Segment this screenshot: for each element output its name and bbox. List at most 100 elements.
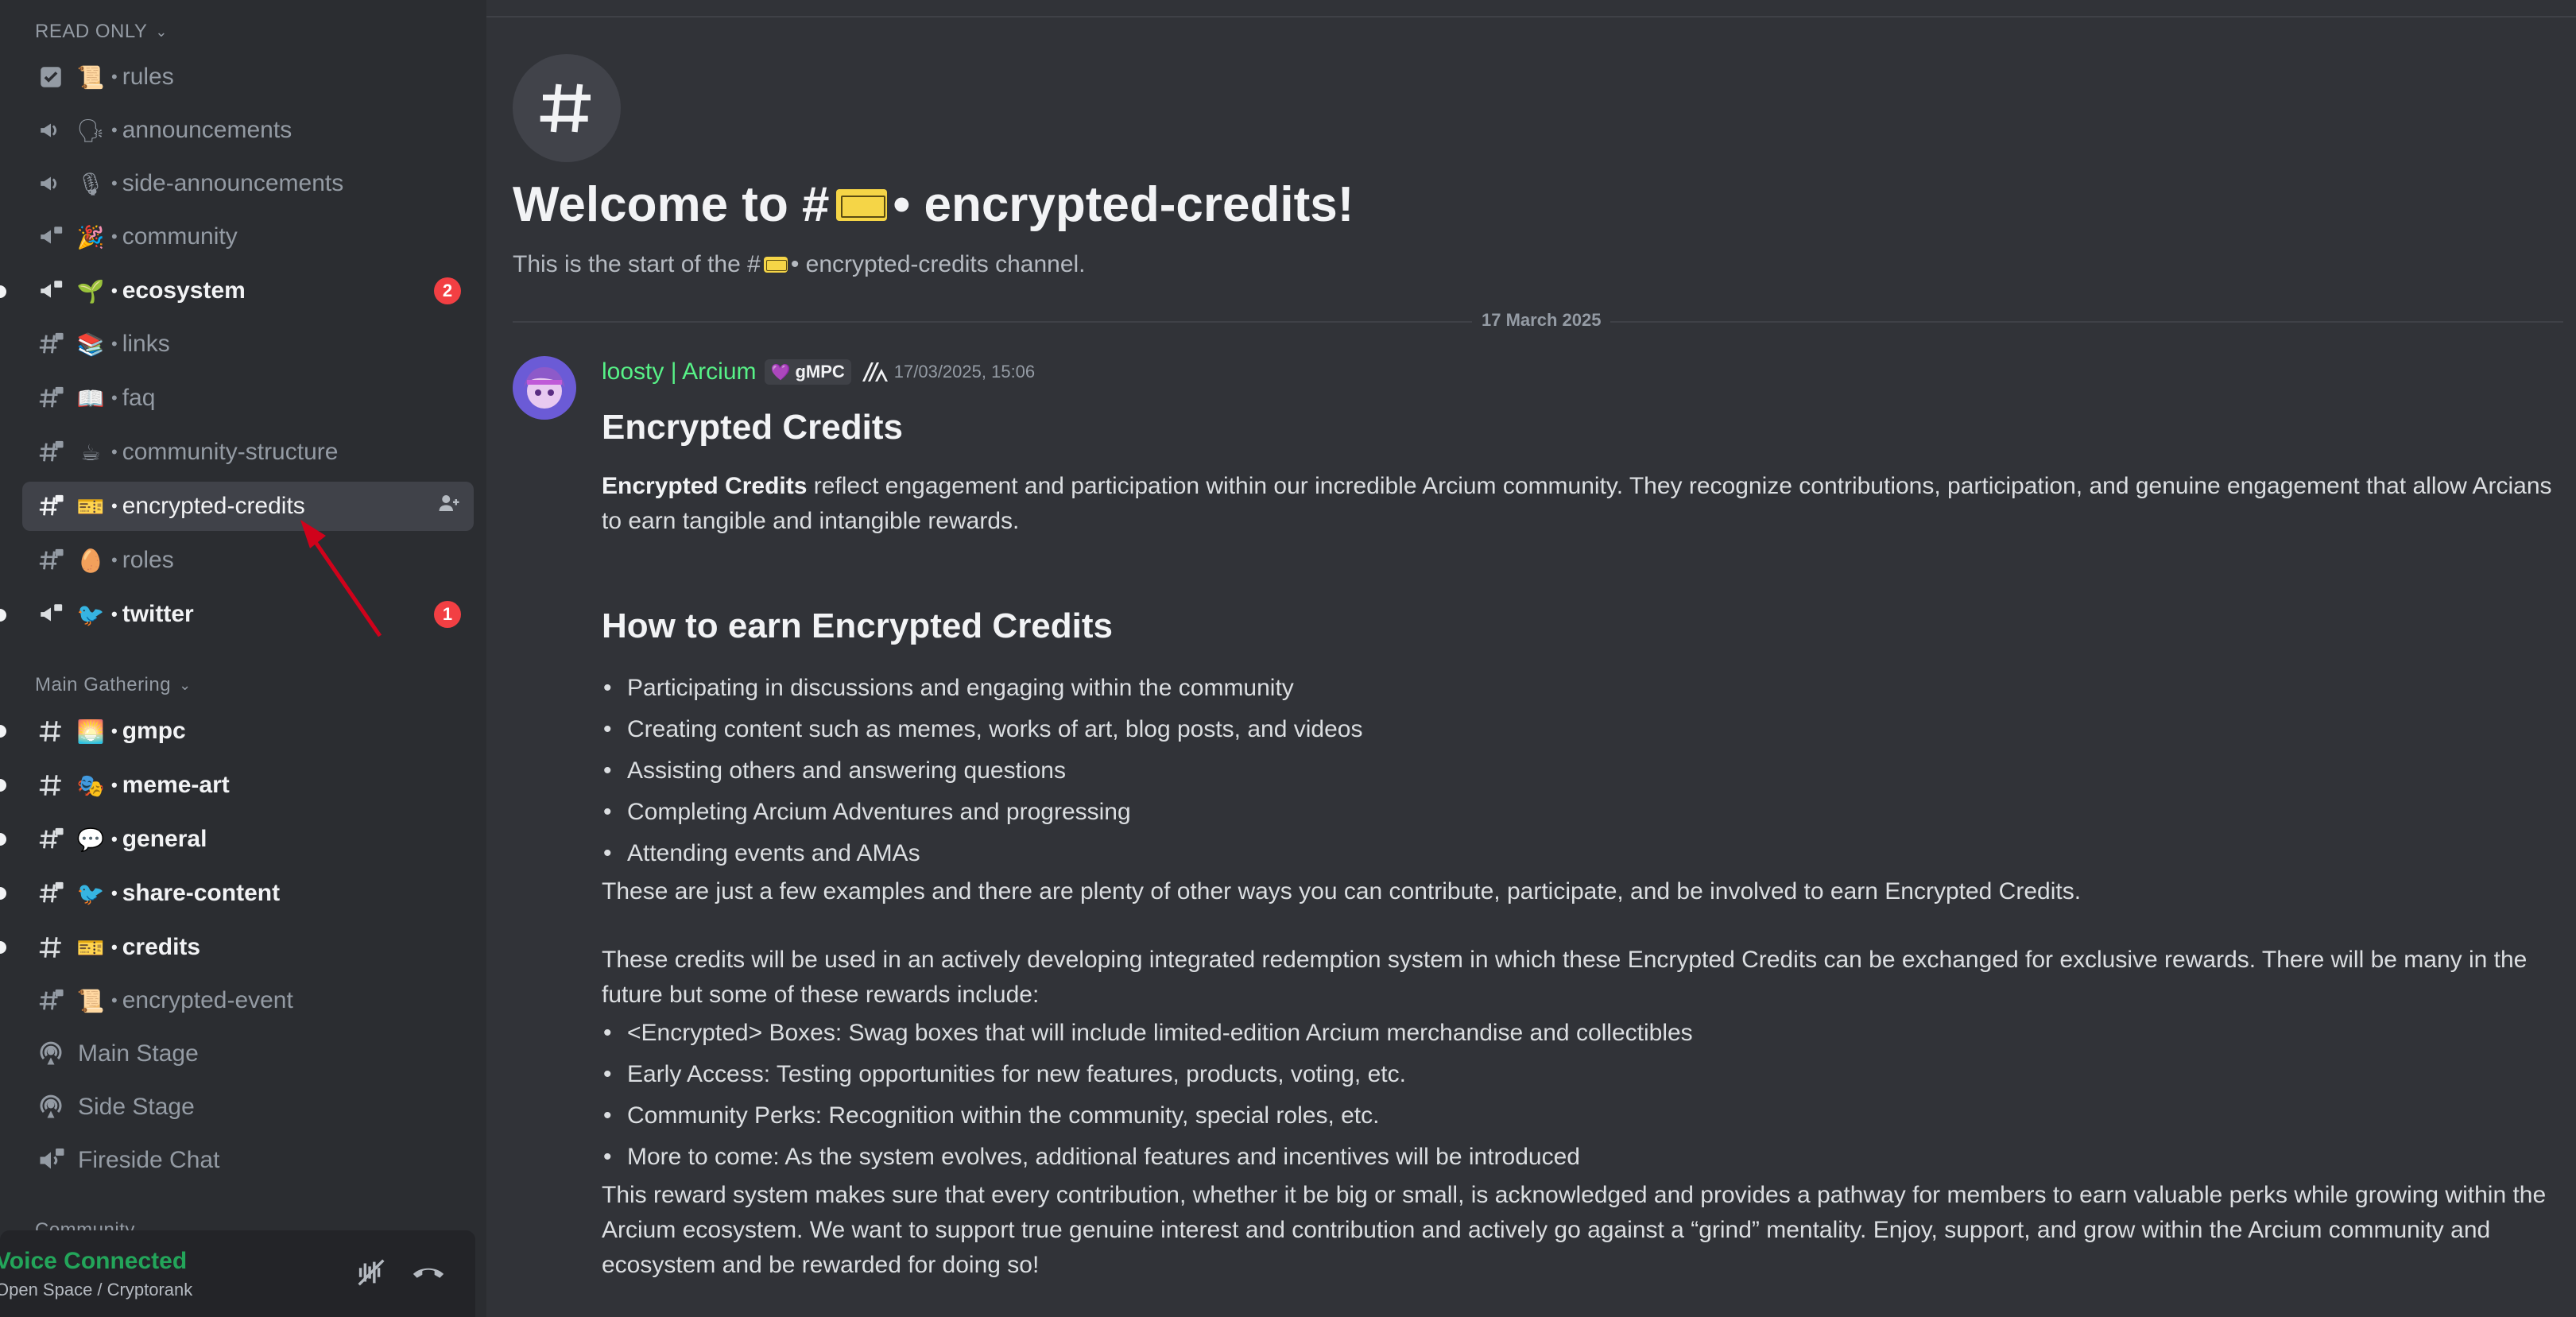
- welcome-prefix: Welcome to #: [513, 177, 830, 232]
- add-member-icon[interactable]: [437, 491, 461, 521]
- stage-side-stage[interactable]: Side Stage: [22, 1083, 474, 1132]
- hash-icon: [33, 768, 68, 803]
- channel-encrypted-event[interactable]: 📜 • encrypted-event: [22, 976, 474, 1025]
- channel-community[interactable]: 🎉 • community: [22, 212, 474, 261]
- start-prefix: This is the start of the #: [513, 251, 761, 277]
- channel-emoji: 🌅: [76, 719, 105, 744]
- channel-emoji: 🎫: [76, 494, 105, 519]
- arcium-logo-icon: [862, 362, 888, 382]
- hash-lock-icon: [33, 327, 68, 362]
- megaphone-lock-icon: [33, 597, 68, 632]
- channel-name: twitter: [122, 601, 194, 627]
- channel-name: credits: [122, 934, 201, 960]
- list-item: More to come: As the system evolves, add…: [602, 1137, 2557, 1178]
- channel-emoji: 📖: [76, 385, 105, 411]
- channel-emoji: 📚: [76, 331, 105, 357]
- channel-name: rules: [122, 64, 174, 90]
- channel-emoji: 🗣: [76, 118, 105, 143]
- channel-credits[interactable]: 🎫 • credits: [22, 923, 474, 972]
- list-item: Community Perks: Recognition within the …: [602, 1095, 2557, 1137]
- channel-name: encrypted-credits: [122, 493, 305, 519]
- unread-indicator: [0, 833, 6, 846]
- channel-general[interactable]: 💬 • general: [22, 815, 474, 864]
- channel-announcements[interactable]: 🗣 • announcements: [22, 106, 474, 155]
- channel-faq[interactable]: 📖 • faq: [22, 374, 474, 423]
- ticket-icon: [835, 188, 887, 221]
- unread-indicator: [0, 779, 6, 792]
- channel-gmpc[interactable]: 🌅 • gmpc: [22, 707, 474, 756]
- category-label: Main Gathering: [35, 674, 172, 695]
- channel-links[interactable]: 📚 • links: [22, 320, 474, 369]
- message-author[interactable]: loosty | Arcium: [602, 358, 757, 385]
- channel-meme-art[interactable]: 🎭 • meme-art: [22, 761, 474, 810]
- stage-main-stage[interactable]: Main Stage: [22, 1029, 474, 1079]
- stage-icon: [33, 1036, 68, 1071]
- category-main-gathering[interactable]: Main Gathering ⌄: [35, 669, 192, 701]
- channel-name: gmpc: [122, 718, 186, 744]
- channel-rules[interactable]: 📜 • rules: [22, 52, 474, 102]
- hash-lock-icon: [33, 983, 68, 1018]
- mention-badge: 2: [434, 277, 461, 304]
- start-suffix: • encrypted-credits channel.: [790, 251, 1086, 277]
- channel-name: encrypted-event: [122, 987, 293, 1013]
- stage-name: Main Stage: [78, 1040, 199, 1067]
- channel-name: meme-art: [122, 772, 230, 798]
- avatar[interactable]: [513, 356, 576, 420]
- unread-indicator: [0, 285, 6, 298]
- channel-encrypted-credits[interactable]: 🎫 • encrypted-credits: [22, 482, 474, 531]
- channel-name: ecosystem: [122, 277, 246, 304]
- voice-channel-path[interactable]: Open Space / Cryptorank: [0, 1280, 192, 1300]
- heading-how-to-earn: How to earn Encrypted Credits: [602, 606, 1114, 645]
- hash-icon: [33, 930, 68, 965]
- unread-indicator: [0, 725, 6, 738]
- channel-roles[interactable]: 🥚 • roles: [22, 536, 474, 585]
- channel-emoji: 🥚: [76, 548, 105, 573]
- closing-paragraph: This reward system makes sure that every…: [602, 1182, 2547, 1278]
- channel-twitter[interactable]: 🐦 • twitter 1: [22, 590, 474, 639]
- noise-suppression-icon[interactable]: [353, 1254, 389, 1291]
- list-item: Creating content such as memes, works of…: [602, 709, 2557, 750]
- voice-fireside-chat[interactable]: Fireside Chat: [22, 1136, 474, 1185]
- channel-emoji: 🐦: [76, 602, 105, 627]
- heading-encrypted-credits: Encrypted Credits: [602, 408, 903, 447]
- message-header: loosty | Arcium 💜 gMPC 17/03/2025, 15:06: [602, 356, 1035, 388]
- earn-list: Participating in discussions and engagin…: [602, 668, 2557, 874]
- hash-lock-icon: [33, 543, 68, 578]
- channel-name: faq: [122, 385, 156, 411]
- disconnect-call-icon[interactable]: [409, 1254, 448, 1291]
- redemption-paragraph: These credits will be used in an activel…: [602, 947, 2528, 1008]
- intro-paragraph: Encrypted Credits reflect engagement and…: [602, 469, 2557, 539]
- channel-name: share-content: [122, 880, 281, 906]
- hash-lock-icon: [33, 435, 68, 470]
- chevron-down-icon: ⌄: [179, 676, 192, 693]
- channel-side-announcements[interactable]: 🎙 • side-announcements: [22, 159, 474, 208]
- megaphone-icon: [33, 113, 68, 148]
- voice-status[interactable]: Voice Connected: [0, 1248, 187, 1275]
- channel-name: community: [122, 223, 238, 250]
- channel-community-structure[interactable]: ☕ • community-structure: [22, 428, 474, 477]
- list-item: Completing Arcium Adventures and progres…: [602, 792, 2557, 833]
- channel-start-text: This is the start of the # • encrypted-c…: [513, 251, 1086, 278]
- rules-icon: [33, 60, 68, 95]
- list-item: Early Access: Testing opportunities for …: [602, 1054, 2557, 1095]
- hash-lock-icon: [33, 489, 68, 524]
- list-item: Attending events and AMAs: [602, 833, 2557, 874]
- channel-emoji: ☕: [80, 440, 101, 465]
- role-tag[interactable]: 💜 gMPC: [764, 359, 851, 385]
- mention-badge: 1: [434, 601, 461, 628]
- unread-indicator: [0, 887, 6, 900]
- welcome-suffix: • encrypted-credits!: [893, 177, 1354, 232]
- channel-name: general: [122, 826, 207, 852]
- hash-lock-icon: [33, 381, 68, 416]
- channel-emoji: 📜: [76, 64, 105, 90]
- channel-name: announcements: [122, 117, 292, 143]
- channel-name: community-structure: [122, 439, 339, 465]
- hash-lock-icon: [33, 876, 68, 911]
- category-read-only[interactable]: READ ONLY ⌄: [35, 16, 168, 48]
- stage-icon: [33, 1090, 68, 1125]
- channel-ecosystem[interactable]: 🌱 • ecosystem 2: [22, 266, 474, 316]
- unread-indicator: [0, 941, 6, 954]
- stage-name: Side Stage: [78, 1094, 195, 1120]
- channel-share-content[interactable]: 🐦 • share-content: [22, 869, 474, 918]
- voice-channel-name: Fireside Chat: [78, 1147, 220, 1173]
